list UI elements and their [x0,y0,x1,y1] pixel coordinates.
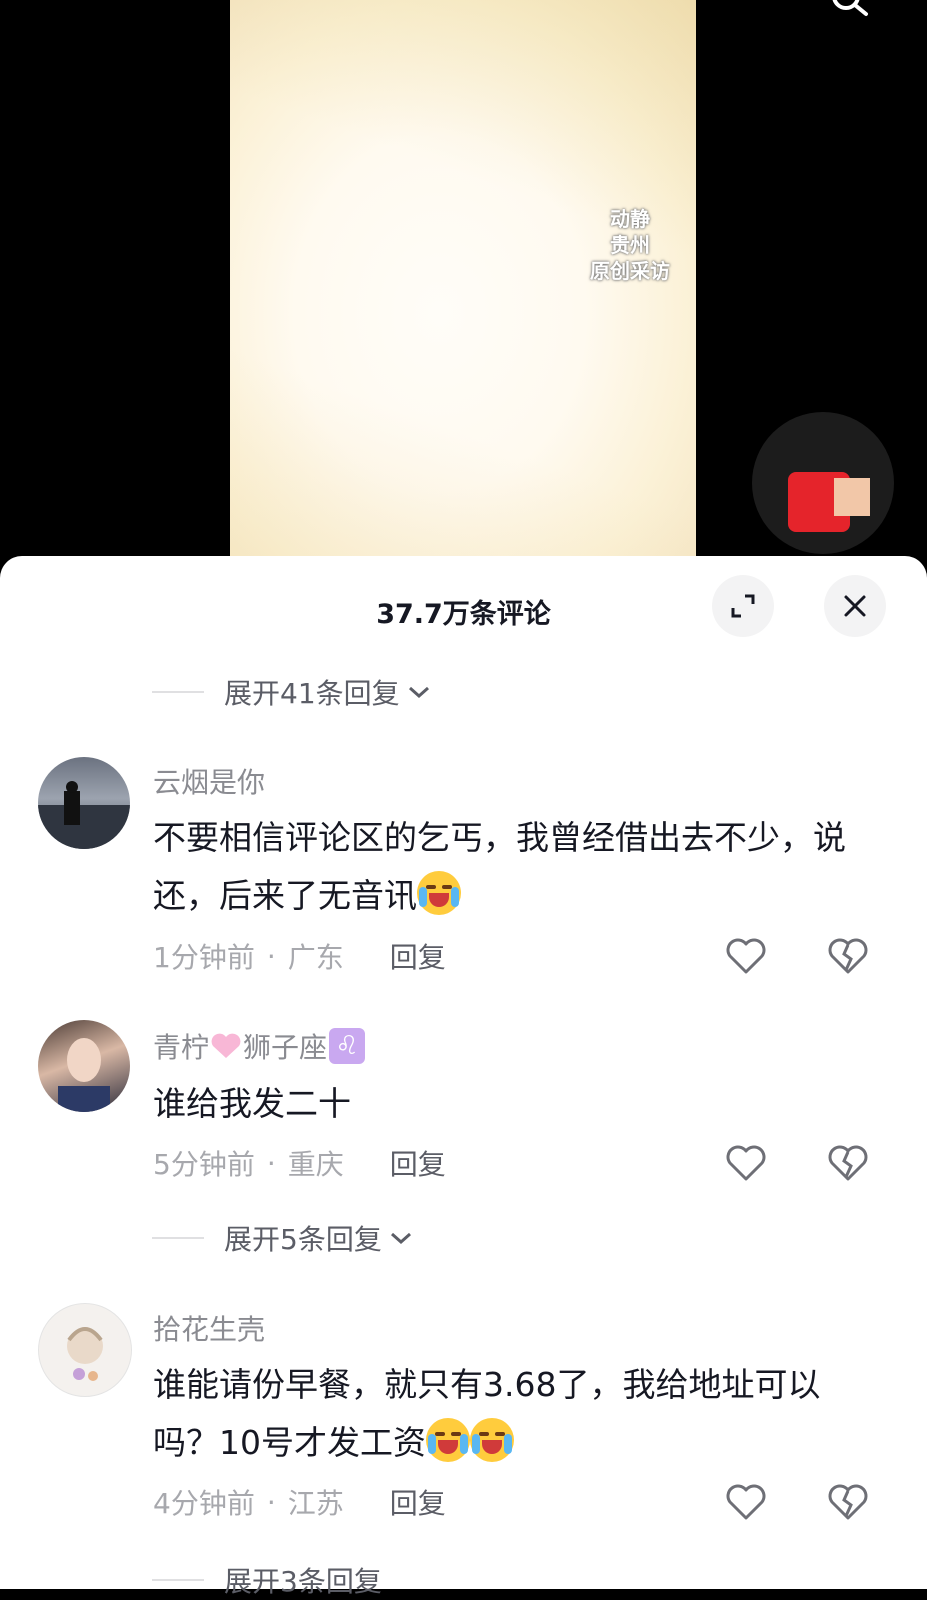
comment-time: 5分钟前 [153,1148,255,1181]
meta-separator: · [266,1146,276,1180]
meta-separator: · [266,939,276,973]
video-watermark: 动静 贵州 原创采访 [582,206,678,284]
watermark-line-2: 贵州 [610,233,650,257]
expand-replies-button[interactable]: 展开41条回复 [152,672,432,712]
watermark-line-3: 原创采访 [590,259,670,283]
comment-meta: 5分钟前 · 重庆 回复 [153,1143,446,1183]
comment-location: 江苏 [287,1487,344,1520]
close-button[interactable] [824,575,886,637]
comment-time: 4分钟前 [153,1487,255,1520]
comment-location: 重庆 [287,1148,344,1181]
comments-sheet: 37.7万条评论 展开41条回复 云烟是你 不要相信评论区的乞丐，我曾经借出去不… [0,556,927,1598]
search-icon[interactable] [830,0,870,22]
expand-replies-label: 展开3条回复 [224,1565,382,1598]
dislike-broken-heart-icon[interactable] [826,936,870,976]
comment-username[interactable]: 青柠 狮子座 ♌ [153,1026,366,1066]
avatar-image [38,781,130,849]
crying-emoji-icon [417,871,461,915]
comment-time: 1分钟前 [153,941,255,974]
username-part-1: 青柠 [153,1031,210,1064]
crying-emoji-icon [470,1418,514,1462]
music-disc[interactable] [752,412,894,554]
reply-button[interactable]: 回复 [390,936,446,976]
comment-meta: 1分钟前 · 广东 回复 [153,936,446,976]
divider-line [152,1237,204,1239]
video-player[interactable]: 动静 贵州 原创采访 [0,0,927,570]
comment-location: 广东 [287,941,344,974]
expand-replies-label: 展开5条回复 [224,1223,382,1256]
comment-meta: 4分钟前 · 江苏 回复 [153,1482,446,1522]
expand-icon [731,594,755,618]
dislike-broken-heart-icon[interactable] [826,1143,870,1183]
video-frame [230,0,696,570]
comment-text-body: 不要相信评论区的乞丐，我曾经借出去不少，说还，后来了无音讯 [153,818,846,915]
username-part-2: 狮子座 [243,1031,328,1064]
like-heart-icon[interactable] [724,936,768,976]
expand-replies-button[interactable]: 展开5条回复 [152,1218,414,1258]
expand-replies-button[interactable]: 展开3条回复 [152,1560,382,1600]
divider-line [152,691,204,693]
expand-fullscreen-button[interactable] [712,575,774,637]
watermark-line-1: 动静 [610,207,650,231]
meta-separator: · [266,1485,276,1519]
avatar-image [67,1327,103,1381]
video-glow [230,0,696,570]
avatar-image [58,1038,110,1112]
comment-username[interactable]: 拾花生壳 [153,1308,265,1348]
comment-text: 不要相信评论区的乞丐，我曾经借出去不少，说还，后来了无音讯 [153,809,853,925]
divider-line [152,1579,204,1581]
comment-text: 谁能请份早餐，就只有3.68了，我给地址可以吗？10号才发工资 [153,1356,853,1472]
like-heart-icon[interactable] [724,1482,768,1522]
reply-button[interactable]: 回复 [390,1482,446,1522]
chevron-down-icon [408,686,429,699]
chevron-down-icon [390,1232,411,1245]
crying-emoji-icon [426,1418,470,1462]
avatar[interactable] [38,1020,130,1112]
reply-button[interactable]: 回复 [390,1143,446,1183]
close-icon [844,595,866,617]
comments-count-title: 37.7万条评论 [376,599,551,630]
expand-replies-label: 展开41条回复 [224,677,400,710]
music-cover-mosaic [834,478,870,516]
pink-heart-icon [211,1033,241,1058]
avatar[interactable] [38,1303,132,1397]
dislike-broken-heart-icon[interactable] [826,1482,870,1522]
leo-zodiac-icon: ♌ [329,1028,366,1064]
avatar[interactable] [38,757,130,849]
comment-username[interactable]: 云烟是你 [153,761,265,801]
like-heart-icon[interactable] [724,1143,768,1183]
comment-text: 谁给我发二十 [153,1084,351,1123]
